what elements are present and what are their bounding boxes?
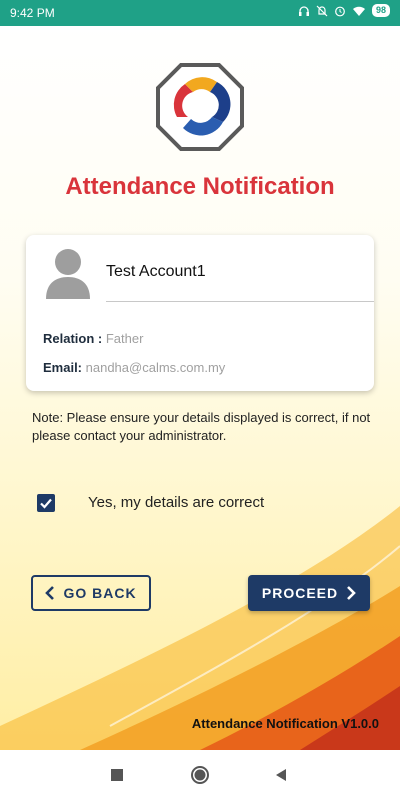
- checkbox-check-icon: [40, 498, 52, 509]
- card-divider: [106, 301, 374, 302]
- system-nav-bar: [0, 750, 400, 800]
- page-title: Attendance Notification: [65, 173, 335, 200]
- profile-card: Test Account1 Relation : Father Email: n…: [26, 235, 374, 391]
- confirm-checkbox[interactable]: [37, 494, 55, 512]
- proceed-label: PROCEED: [261, 585, 339, 601]
- go-back-label: GO BACK: [63, 585, 137, 601]
- chevron-left-icon: [45, 586, 55, 600]
- status-icons: 98: [298, 4, 390, 17]
- email-label: Email:: [43, 360, 83, 375]
- back-icon: [276, 769, 286, 781]
- relation-label: Relation :: [43, 331, 103, 346]
- alarm-icon: [335, 6, 345, 16]
- mute-icon: [316, 5, 328, 16]
- avatar-icon: [46, 249, 90, 299]
- email-value: nandha@calms.com.my: [85, 360, 226, 375]
- relation-value: Father: [105, 331, 144, 346]
- home-button[interactable]: [189, 764, 211, 786]
- home-icon: [191, 766, 209, 784]
- note-text: Note: Please ensure your details display…: [32, 410, 371, 443]
- recent-apps-icon: [111, 769, 123, 781]
- relation-row: Relation : Father: [43, 331, 143, 346]
- main-content: Attendance Notification Test Account1 Re…: [0, 26, 400, 750]
- wifi-icon: [352, 6, 365, 16]
- version-text: Attendance Notification V1.0.0: [191, 716, 379, 731]
- app-logo: [155, 62, 245, 152]
- back-button[interactable]: [270, 764, 292, 786]
- status-bar: 9:42 PM 98: [0, 0, 400, 26]
- go-back-button[interactable]: GO BACK: [31, 575, 151, 611]
- proceed-button[interactable]: PROCEED: [248, 575, 370, 611]
- email-row: Email: nandha@calms.com.my: [43, 360, 225, 375]
- recent-apps-button[interactable]: [106, 764, 128, 786]
- headphones-icon: [298, 5, 309, 16]
- chevron-right-icon: [347, 586, 356, 600]
- status-time: 9:42 PM: [10, 6, 55, 20]
- account-name: Test Account1: [106, 263, 206, 280]
- confirm-label[interactable]: Yes, my details are correct: [88, 494, 264, 511]
- battery-indicator: 98: [371, 4, 390, 17]
